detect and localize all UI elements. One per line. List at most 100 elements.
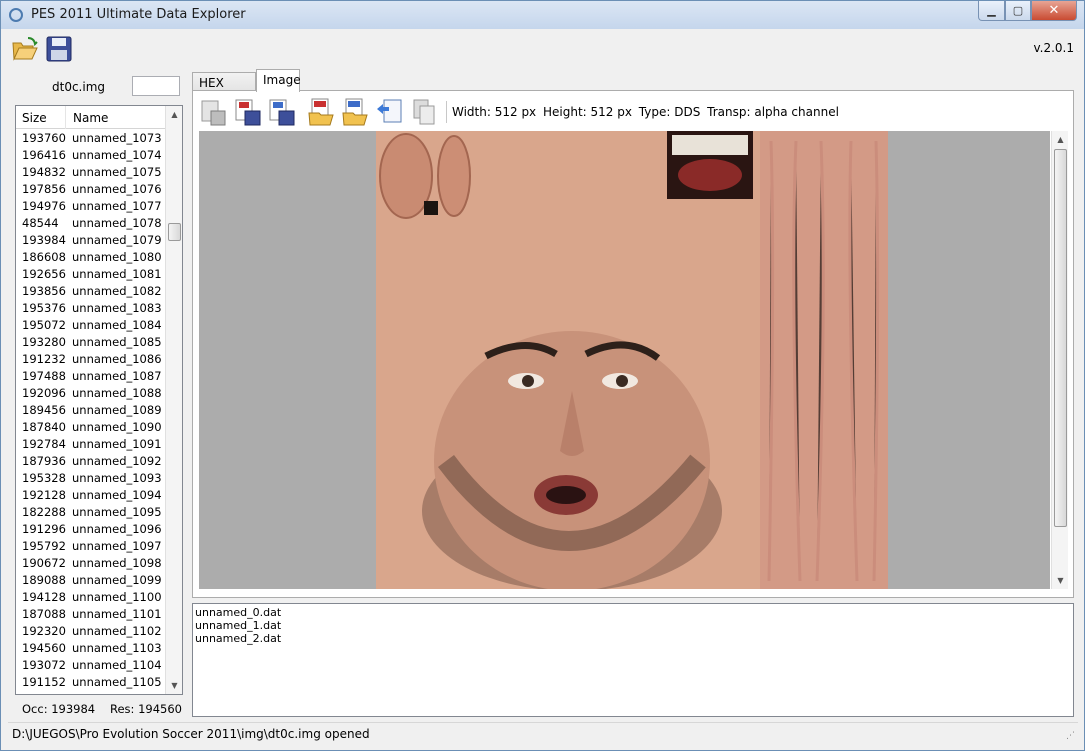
scroll-up-arrow-icon[interactable]: ▲ [166, 106, 182, 123]
scroll-down-arrow-icon[interactable]: ▼ [166, 677, 182, 694]
list-item[interactable]: 192096 unnamed_1088 [16, 385, 166, 402]
log-line: unnamed_1.dat [195, 619, 282, 632]
image-viewer[interactable] [199, 131, 1050, 589]
file-list[interactable]: Size Name 193760 unnamed_1073 196416 unname… [15, 105, 183, 695]
close-button[interactable]: ✕ [1031, 1, 1077, 21]
list-item[interactable]: 48544 unnamed_1078 [16, 215, 166, 232]
list-item-name: unnamed_1100 [72, 590, 162, 604]
file-filter-input[interactable] [132, 76, 180, 96]
list-item[interactable]: 193760 unnamed_1073 [16, 130, 166, 147]
list-item-name: unnamed_1076 [72, 182, 162, 196]
status-text: D:\JUEGOS\Pro Evolution Soccer 2011\img\… [12, 727, 370, 741]
version-label: v.2.0.1 [1033, 41, 1074, 55]
import-png-icon[interactable] [307, 97, 337, 127]
import-dds-icon[interactable] [341, 97, 371, 127]
list-item[interactable]: 193856 unnamed_1082 [16, 283, 166, 300]
file-name-label: dt0c.img [52, 80, 106, 94]
list-item[interactable]: 193072 unnamed_1104 [16, 657, 166, 674]
paste-image-icon[interactable] [409, 97, 439, 127]
copy-image-icon[interactable] [375, 97, 405, 127]
list-item[interactable]: 189456 unnamed_1089 [16, 402, 166, 419]
list-item[interactable]: 194976 unnamed_1077 [16, 198, 166, 215]
resize-grip-icon[interactable]: ⋰ [1066, 731, 1075, 741]
maximize-button[interactable]: ▢ [1005, 1, 1031, 21]
list-item-name: unnamed_1091 [72, 437, 162, 451]
list-item[interactable]: 195792 unnamed_1097 [16, 538, 166, 555]
image-scroll-up-icon[interactable]: ▲ [1052, 131, 1069, 148]
image-scroll-track[interactable]: ▲ ▼ [1051, 131, 1068, 589]
list-item-size: 194128 [22, 590, 66, 604]
folder-open-icon[interactable] [11, 35, 39, 63]
column-header-size[interactable]: Size [16, 106, 66, 129]
title-bar[interactable]: PES 2011 Ultimate Data Explorer ▁ ▢ ✕ [1, 1, 1084, 29]
list-item[interactable]: 193984 unnamed_1079 [16, 232, 166, 249]
column-header-name[interactable]: Name [67, 106, 167, 129]
list-item[interactable]: 192320 unnamed_1102 [16, 623, 166, 640]
list-item-name: unnamed_1084 [72, 318, 162, 332]
list-item[interactable]: 196416 unnamed_1074 [16, 147, 166, 164]
list-item-size: 189088 [22, 573, 66, 587]
list-item[interactable]: 192784 unnamed_1091 [16, 436, 166, 453]
log-output[interactable]: unnamed_0.dat unnamed_1.dat unnamed_2.da… [192, 603, 1074, 717]
list-item[interactable]: 192656 unnamed_1081 [16, 266, 166, 283]
list-item[interactable]: 197856 unnamed_1076 [16, 181, 166, 198]
list-item[interactable]: 192128 unnamed_1094 [16, 487, 166, 504]
list-item-size: 195328 [22, 471, 66, 485]
list-item[interactable]: 191232 unnamed_1086 [16, 351, 166, 368]
list-item-name: unnamed_1074 [72, 148, 162, 162]
list-rows: 193760 unnamed_1073 196416 unnamed_1074 1948… [16, 130, 166, 691]
list-item[interactable]: 195376 unnamed_1083 [16, 300, 166, 317]
client-area: v.2.0.1 dt0c.img Size Name 193760 unnamed… [8, 29, 1078, 745]
list-item[interactable]: 190672 unnamed_1098 [16, 555, 166, 572]
list-item-size: 191296 [22, 522, 66, 536]
list-item[interactable]: 186608 unnamed_1080 [16, 249, 166, 266]
list-item-name: unnamed_1098 [72, 556, 162, 570]
image-scrollbar[interactable]: ▲ ▼ [1051, 131, 1068, 589]
floppy-disk-icon[interactable] [45, 35, 73, 63]
list-item-name: unnamed_1078 [72, 216, 162, 230]
list-item-size: 193280 [22, 335, 66, 349]
export-dds-icon[interactable] [267, 97, 297, 127]
image-toolbar: Width: 512 px Height: 512 px Type: DDS T… [199, 97, 1069, 127]
tab-hex-editor[interactable]: HEX Editor [192, 72, 256, 104]
list-item-size: 196416 [22, 148, 66, 162]
list-item[interactable]: 194560 unnamed_1103 [16, 640, 166, 657]
list-item-size: 190672 [22, 556, 66, 570]
save-all-icon[interactable] [199, 97, 229, 127]
list-item-size: 194832 [22, 165, 66, 179]
list-item[interactable]: 187936 unnamed_1092 [16, 453, 166, 470]
list-item[interactable]: 191296 unnamed_1096 [16, 521, 166, 538]
list-item[interactable]: 187088 unnamed_1101 [16, 606, 166, 623]
list-item-name: unnamed_1096 [72, 522, 162, 536]
list-item-size: 194976 [22, 199, 66, 213]
list-item[interactable]: 189088 unnamed_1099 [16, 572, 166, 589]
list-item-name: unnamed_1101 [72, 607, 162, 621]
list-item-size: 197488 [22, 369, 66, 383]
list-item[interactable]: 187840 unnamed_1090 [16, 419, 166, 436]
tab-image[interactable]: Image [256, 69, 301, 92]
list-item-size: 192656 [22, 267, 66, 281]
scroll-thumb[interactable] [168, 223, 181, 241]
list-item-size: 187088 [22, 607, 66, 621]
export-24bit-icon[interactable] [233, 97, 263, 127]
list-item-name: unnamed_1088 [72, 386, 162, 400]
list-item[interactable]: 193280 unnamed_1085 [16, 334, 166, 351]
list-item-size: 182288 [22, 505, 66, 519]
list-item[interactable]: 182288 unnamed_1095 [16, 504, 166, 521]
list-item[interactable]: 195328 unnamed_1093 [16, 470, 166, 487]
list-item[interactable]: 191152 unnamed_1105 [16, 674, 166, 691]
list-item[interactable]: 194832 unnamed_1075 [16, 164, 166, 181]
list-item[interactable]: 197488 unnamed_1087 [16, 368, 166, 385]
image-scroll-thumb[interactable] [1054, 149, 1067, 527]
list-item-name: unnamed_1081 [72, 267, 162, 281]
list-item-name: unnamed_1085 [72, 335, 162, 349]
list-item-size: 195072 [22, 318, 66, 332]
minimize-button[interactable]: ▁ [978, 1, 1005, 21]
list-item-size: 187936 [22, 454, 66, 468]
list-item[interactable]: 195072 unnamed_1084 [16, 317, 166, 334]
list-scrollbar[interactable]: ▲ ▼ [165, 106, 182, 694]
list-item-size: 191152 [22, 675, 66, 689]
list-item[interactable]: 194128 unnamed_1100 [16, 589, 166, 606]
list-item-name: unnamed_1075 [72, 165, 162, 179]
image-scroll-down-icon[interactable]: ▼ [1052, 572, 1069, 589]
